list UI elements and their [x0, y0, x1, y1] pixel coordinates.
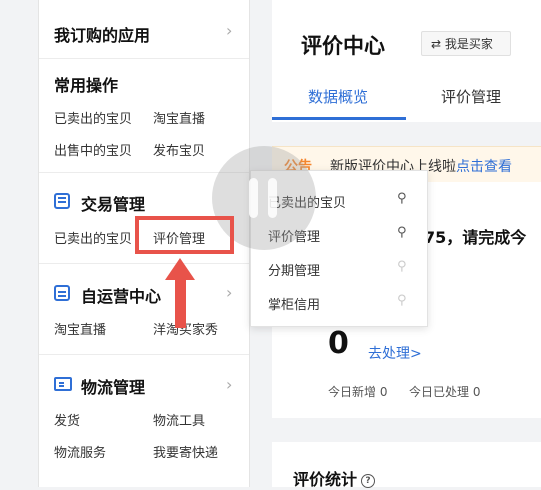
- pin-icon[interactable]: ⚲: [397, 259, 407, 274]
- tab-data-overview[interactable]: 数据概览: [308, 86, 368, 107]
- sidebar-link-on-sale[interactable]: 出售中的宝贝: [54, 140, 132, 159]
- chevron-right-icon[interactable]: ›: [226, 375, 232, 394]
- sidebar-link-ship[interactable]: 发货: [54, 410, 80, 429]
- header-panel: 评价中心 ⇄ 我是买家 数据概览 评价管理: [272, 0, 541, 122]
- common-actions-title: 常用操作: [54, 76, 119, 95]
- pin-icon[interactable]: ⚲: [397, 191, 407, 206]
- pending-prompt: 75，请完成今: [424, 228, 527, 247]
- pin-icon[interactable]: ⚲: [397, 293, 407, 308]
- self-operation-section: 自运营中心 › 淘宝直播 洋淘买家秀: [39, 263, 249, 355]
- flyout-item-shop-credit[interactable]: 掌柜信用: [268, 294, 320, 313]
- review-stats-title: 评价统计?: [293, 466, 376, 490]
- logistics-title[interactable]: 物流管理: [81, 374, 145, 398]
- clipboard-icon: [54, 193, 70, 209]
- sidebar-link-live[interactable]: 淘宝直播: [54, 319, 106, 338]
- sidebar-link-live[interactable]: 淘宝直播: [153, 108, 205, 127]
- page-title: 评价中心: [301, 34, 385, 58]
- notice-view-link[interactable]: 点击查看: [456, 159, 512, 175]
- handle-link[interactable]: 去处理>: [368, 343, 422, 363]
- review-stats-card: 评价统计?: [272, 442, 541, 490]
- subscribed-apps-section[interactable]: 我订购的应用 ›: [39, 0, 249, 60]
- sidebar-link-publish[interactable]: 发布宝贝: [153, 140, 205, 159]
- truck-icon: [54, 377, 72, 391]
- annotation-arrow-shaft: [175, 278, 186, 328]
- active-tab-indicator: [272, 117, 406, 120]
- sidebar-link-sold-items[interactable]: 已卖出的宝贝: [54, 228, 132, 247]
- common-actions-section: 常用操作 已卖出的宝贝 淘宝直播 出售中的宝贝 发布宝贝: [39, 58, 249, 173]
- help-icon[interactable]: ?: [361, 473, 376, 488]
- review-stats-label: 评价统计: [293, 470, 358, 489]
- flyout-item-installment[interactable]: 分期管理: [268, 260, 320, 279]
- sidebar-link-logistics-tools[interactable]: 物流工具: [153, 410, 205, 429]
- sidebar-link-sold-items[interactable]: 已卖出的宝贝: [54, 108, 132, 127]
- pending-count: 0: [328, 326, 349, 361]
- sidebar-link-send-express[interactable]: 我要寄快递: [153, 442, 218, 461]
- chevron-right-icon[interactable]: ›: [226, 283, 232, 302]
- pause-icon: [249, 178, 279, 218]
- subscribed-apps-title[interactable]: 我订购的应用: [54, 22, 150, 46]
- switch-role-button[interactable]: ⇄ 我是买家: [421, 31, 511, 56]
- chat-icon: [54, 285, 70, 301]
- annotation-arrow-head: [165, 258, 195, 280]
- chevron-right-icon[interactable]: ›: [226, 21, 232, 40]
- sidebar-link-logistics-service[interactable]: 物流服务: [54, 442, 106, 461]
- annotation-highlight-box: [135, 216, 234, 254]
- logistics-section: 物流管理 › 发货 物流工具 物流服务 我要寄快递: [39, 354, 249, 487]
- today-handled-stat: 今日已处理 0: [409, 385, 481, 399]
- trade-management-title[interactable]: 交易管理: [81, 191, 145, 215]
- today-new-stat: 今日新增 0: [328, 385, 388, 399]
- tab-review-management[interactable]: 评价管理: [441, 86, 501, 107]
- self-operation-title[interactable]: 自运营中心: [81, 283, 161, 307]
- pin-icon[interactable]: ⚲: [397, 225, 407, 240]
